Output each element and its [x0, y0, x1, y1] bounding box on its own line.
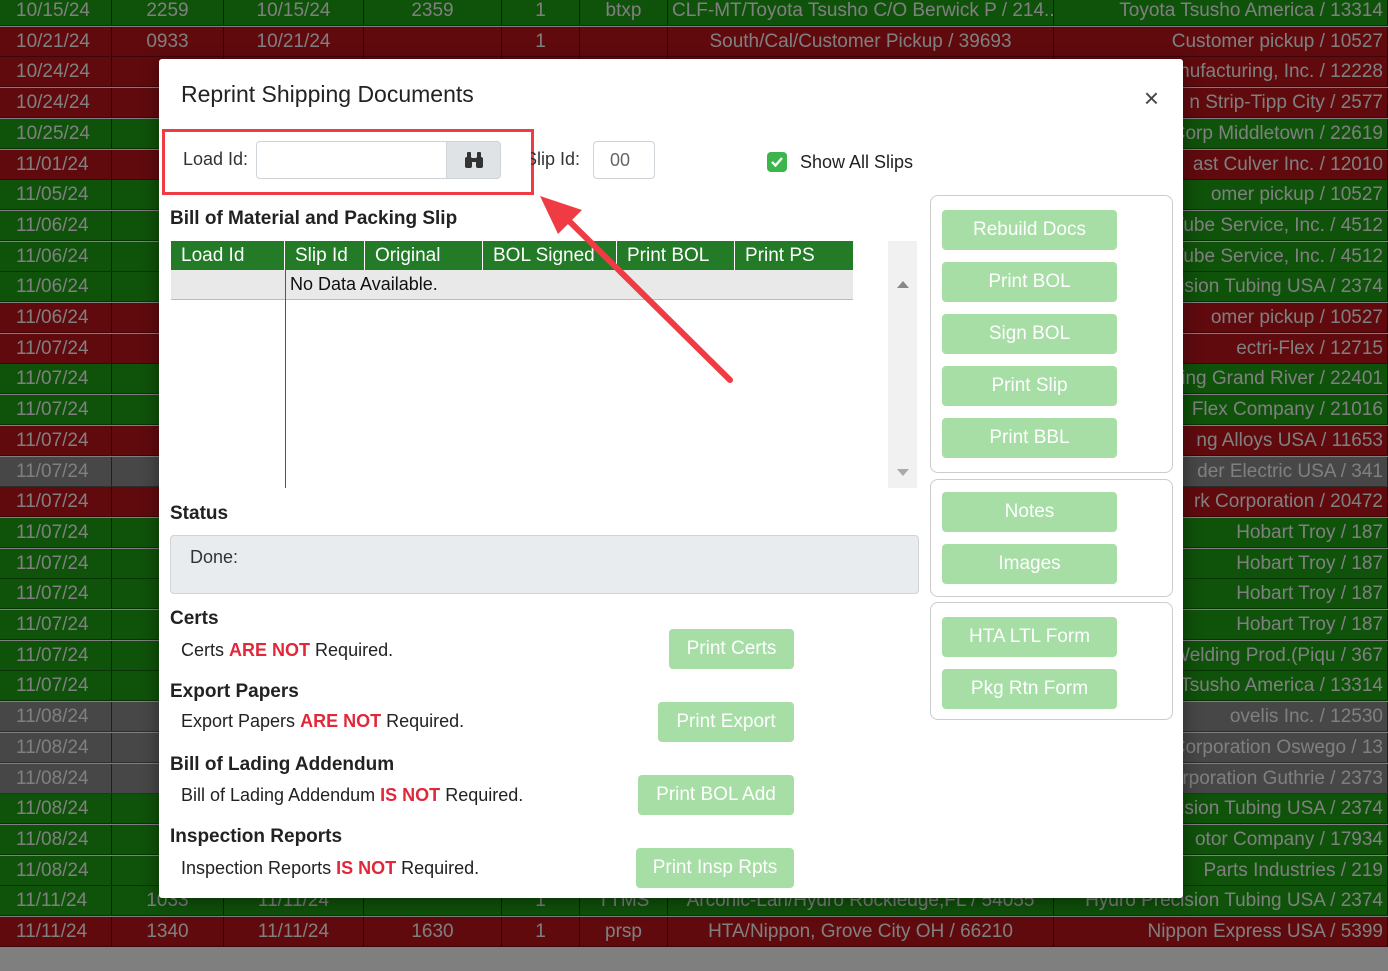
pkg-rtn-form-button[interactable]: Pkg Rtn Form [942, 669, 1117, 709]
slip-id-label-text: Slip Id: [531, 149, 581, 169]
col-load-id[interactable]: Load Id [171, 241, 285, 270]
export-status-line: Export Papers ARE NOT Required. [181, 711, 464, 732]
inspection-status-line: Inspection Reports IS NOT Required. [181, 858, 479, 879]
bom-heading: Bill of Material and Packing Slip [170, 208, 458, 229]
rebuild-docs-button[interactable]: Rebuild Docs [942, 210, 1117, 250]
scroll-up-icon[interactable] [897, 281, 909, 288]
certs-heading: Certs [170, 608, 219, 629]
documents-panel: Rebuild Docs Print BOL Sign BOL Print Sl… [930, 195, 1173, 473]
col-bol-signed[interactable]: BOL Signed [483, 241, 617, 270]
bol-addendum-heading: Bill of Lading Addendum [170, 754, 395, 775]
forms-panel: HTA LTL Form Pkg Rtn Form [930, 602, 1173, 720]
certs-pre: Certs [181, 640, 225, 660]
slip-id-input[interactable]: 00 [593, 141, 655, 179]
grid-header: Load Id Slip Id Original BOL Signed Prin… [171, 241, 853, 270]
grid-scrollbar[interactable] [888, 241, 917, 488]
bola-negative: IS NOT [380, 785, 441, 805]
status-heading: Status [170, 503, 229, 524]
export-post: Required. [386, 711, 465, 731]
bol-addendum-status-line: Bill of Lading Addendum IS NOT Required. [181, 785, 523, 806]
certs-negative: ARE NOT [229, 640, 311, 660]
status-text: Done: [190, 547, 239, 567]
bola-post: Required. [445, 785, 524, 805]
col-print-ps[interactable]: Print PS [735, 241, 853, 270]
grid-divider [285, 270, 286, 488]
sign-bol-button[interactable]: Sign BOL [942, 314, 1117, 354]
reprint-shipping-documents-dialog: Reprint Shipping Documents × Load Id: Sl… [159, 59, 1183, 898]
images-button[interactable]: Images [942, 544, 1117, 584]
show-all-slips-label[interactable]: Show All Slips [800, 152, 913, 173]
slip-id-label: Slip Id: [531, 149, 591, 170]
show-all-slips-checkbox[interactable] [767, 152, 787, 172]
grid-empty-row [171, 270, 853, 300]
print-insp-rpts-button[interactable]: Print Insp Rpts [636, 848, 794, 888]
close-icon[interactable]: × [1144, 85, 1159, 111]
certs-status-line: Certs ARE NOT Required. [181, 640, 393, 661]
hta-ltl-form-button[interactable]: HTA LTL Form [942, 617, 1117, 657]
print-bol-add-button[interactable]: Print BOL Add [638, 775, 794, 815]
bom-grid: Load Id Slip Id Original BOL Signed Prin… [171, 241, 917, 489]
certs-post: Required. [315, 640, 394, 660]
checkmark-icon [771, 157, 783, 168]
print-slip-button[interactable]: Print Slip [942, 366, 1117, 406]
print-certs-button[interactable]: Print Certs [669, 629, 794, 669]
insp-negative: IS NOT [336, 858, 397, 878]
col-original[interactable]: Original [365, 241, 483, 270]
col-slip-id[interactable]: Slip Id [285, 241, 365, 270]
status-box: Done: [170, 535, 919, 594]
export-negative: ARE NOT [300, 711, 382, 731]
col-print-bol[interactable]: Print BOL [617, 241, 735, 270]
export-pre: Export Papers [181, 711, 296, 731]
print-export-button[interactable]: Print Export [658, 702, 794, 742]
export-heading: Export Papers [170, 681, 299, 702]
load-id-highlight-box [162, 129, 534, 195]
bola-pre: Bill of Lading Addendum [181, 785, 376, 805]
scroll-down-icon[interactable] [897, 469, 909, 476]
insp-post: Required. [401, 858, 480, 878]
notes-button[interactable]: Notes [942, 492, 1117, 532]
print-bol-button[interactable]: Print BOL [942, 262, 1117, 302]
inspection-heading: Inspection Reports [170, 826, 343, 847]
insp-pre: Inspection Reports [181, 858, 332, 878]
grid-empty-text: No Data Available. [290, 274, 438, 294]
notes-panel: Notes Images [930, 479, 1173, 597]
dialog-title: Reprint Shipping Documents [181, 81, 474, 107]
print-bbl-button[interactable]: Print BBL [942, 418, 1117, 458]
